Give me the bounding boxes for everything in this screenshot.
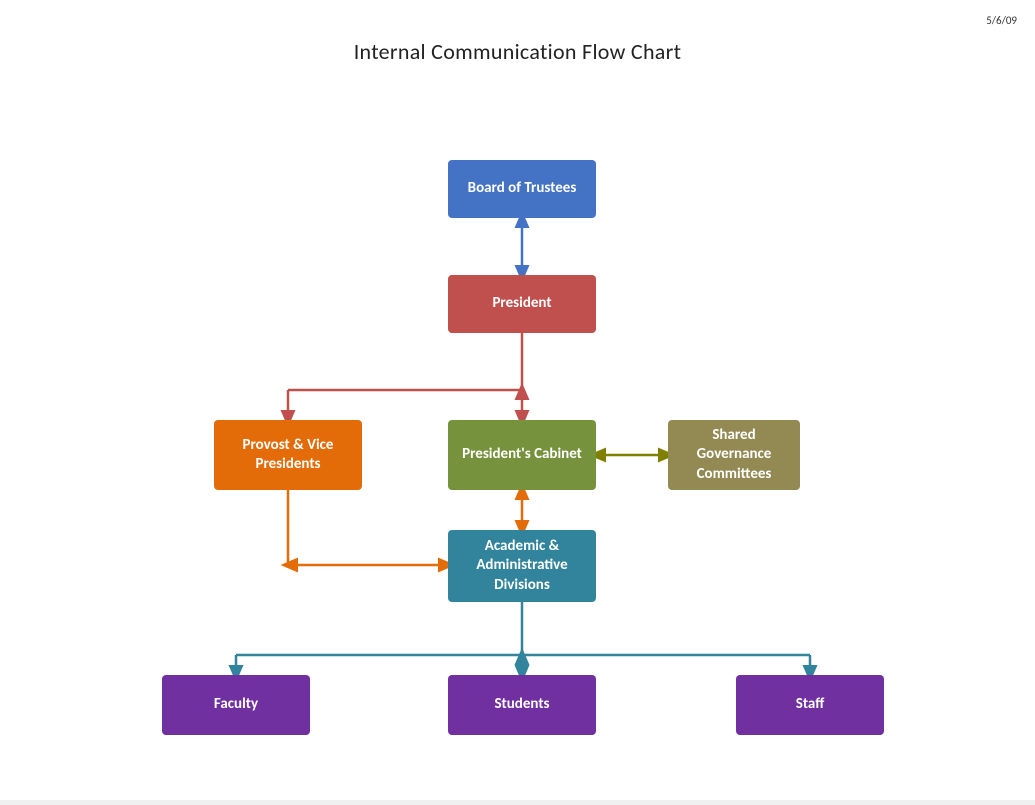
node-cabinet: President's Cabinet: [448, 420, 596, 490]
node-faculty-label: Faculty: [214, 695, 258, 715]
node-staff-label: Staff: [796, 695, 824, 715]
node-provost: Provost & Vice Presidents: [214, 420, 362, 490]
node-president: President: [448, 275, 596, 333]
node-shared-governance: Shared Governance Committees: [668, 420, 800, 490]
node-staff: Staff: [736, 675, 884, 735]
chart-title: Internal Communication Flow Chart: [0, 0, 1035, 65]
node-shared-governance-label: Shared Governance Committees: [678, 426, 790, 485]
date-stamp: 5/6/09: [986, 14, 1017, 27]
flowchart: Board of Trustees President Provost & Vi…: [0, 65, 1035, 805]
node-academic: Academic & Administrative Divisions: [448, 530, 596, 602]
node-academic-label: Academic & Administrative Divisions: [458, 537, 586, 596]
node-board-of-trustees: Board of Trustees: [448, 160, 596, 218]
page: 5/6/09 Internal Communication Flow Chart: [0, 0, 1035, 800]
node-cabinet-label: President's Cabinet: [462, 445, 582, 465]
node-president-label: President: [492, 294, 551, 314]
node-provost-label: Provost & Vice Presidents: [224, 436, 352, 475]
node-board-of-trustees-label: Board of Trustees: [468, 179, 577, 199]
node-students: Students: [448, 675, 596, 735]
node-faculty: Faculty: [162, 675, 310, 735]
node-students-label: Students: [494, 695, 549, 715]
